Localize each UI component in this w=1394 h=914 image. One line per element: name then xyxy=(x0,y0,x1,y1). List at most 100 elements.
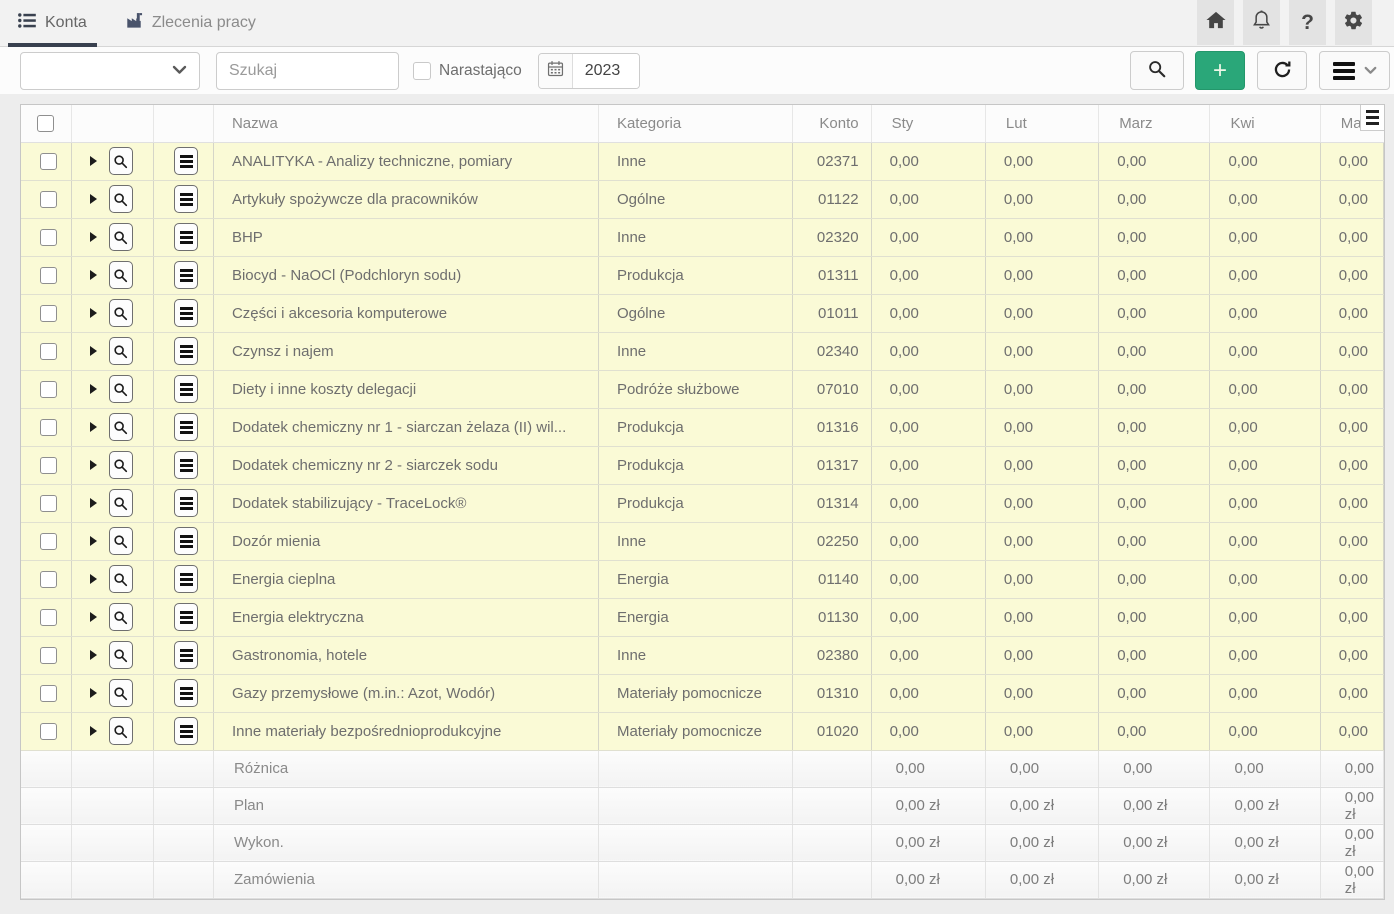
row-checkbox[interactable] xyxy=(40,571,57,588)
row-menu-button[interactable] xyxy=(174,185,198,213)
month-value-cell[interactable]: 0,00 xyxy=(985,712,1098,750)
column-header-marz[interactable]: Marz xyxy=(1099,105,1210,142)
cumulative-checkbox[interactable] xyxy=(413,62,431,80)
month-value-cell[interactable]: 0,00 xyxy=(871,408,985,446)
expand-caret-icon[interactable] xyxy=(90,422,97,432)
row-checkbox[interactable] xyxy=(40,381,57,398)
month-value-cell[interactable]: 0,00 xyxy=(871,370,985,408)
month-value-cell[interactable]: 0,00 xyxy=(1320,180,1383,218)
month-value-cell[interactable]: 0,00 xyxy=(1099,142,1210,180)
month-value-cell[interactable]: 0,00 xyxy=(985,294,1098,332)
month-value-cell[interactable]: 0,00 xyxy=(871,332,985,370)
row-menu-button[interactable] xyxy=(174,261,198,289)
refresh-button[interactable] xyxy=(1257,51,1307,90)
month-value-cell[interactable]: 0,00 xyxy=(871,560,985,598)
search-input[interactable] xyxy=(216,52,399,90)
row-zoom-button[interactable] xyxy=(109,527,133,555)
month-value-cell[interactable]: 0,00 xyxy=(1210,294,1320,332)
row-checkbox[interactable] xyxy=(40,191,57,208)
month-value-cell[interactable]: 0,00 xyxy=(1320,484,1383,522)
row-checkbox[interactable] xyxy=(40,533,57,550)
month-value-cell[interactable]: 0,00 xyxy=(871,142,985,180)
row-menu-button[interactable] xyxy=(174,717,198,745)
month-value-cell[interactable]: 0,00 xyxy=(871,180,985,218)
month-value-cell[interactable]: 0,00 xyxy=(985,636,1098,674)
month-value-cell[interactable]: 0,00 xyxy=(871,712,985,750)
month-value-cell[interactable]: 0,00 xyxy=(871,522,985,560)
month-value-cell[interactable]: 0,00 xyxy=(1210,712,1320,750)
row-checkbox[interactable] xyxy=(40,229,57,246)
expand-caret-icon[interactable] xyxy=(90,536,97,546)
month-value-cell[interactable]: 0,00 xyxy=(1099,636,1210,674)
month-value-cell[interactable]: 0,00 xyxy=(871,636,985,674)
month-value-cell[interactable]: 0,00 xyxy=(985,446,1098,484)
select-all-checkbox[interactable] xyxy=(37,115,54,132)
account-name-cell[interactable]: Energia cieplna xyxy=(213,560,598,598)
account-name-cell[interactable]: BHP xyxy=(213,218,598,256)
column-header-kategoria[interactable]: Kategoria xyxy=(598,105,792,142)
row-zoom-button[interactable] xyxy=(109,717,133,745)
row-menu-button[interactable] xyxy=(174,527,198,555)
month-value-cell[interactable]: 0,00 xyxy=(871,484,985,522)
month-value-cell[interactable]: 0,00 xyxy=(985,522,1098,560)
month-value-cell[interactable]: 0,00 xyxy=(1099,180,1210,218)
expand-caret-icon[interactable] xyxy=(90,612,97,622)
month-value-cell[interactable]: 0,00 xyxy=(1320,522,1383,560)
row-checkbox[interactable] xyxy=(40,723,57,740)
account-name-cell[interactable]: Diety i inne koszty delegacji xyxy=(213,370,598,408)
month-value-cell[interactable]: 0,00 xyxy=(985,484,1098,522)
account-name-cell[interactable]: Inne materiały bezpośrednioprodukcyjne xyxy=(213,712,598,750)
expand-caret-icon[interactable] xyxy=(90,270,97,280)
tab-konta[interactable]: Konta xyxy=(6,0,99,46)
month-value-cell[interactable]: 0,00 xyxy=(1210,370,1320,408)
month-value-cell[interactable]: 0,00 xyxy=(1210,484,1320,522)
month-value-cell[interactable]: 0,00 xyxy=(1099,294,1210,332)
month-value-cell[interactable]: 0,00 xyxy=(1099,522,1210,560)
search-button[interactable] xyxy=(1130,51,1184,90)
month-value-cell[interactable]: 0,00 xyxy=(1320,712,1383,750)
month-value-cell[interactable]: 0,00 xyxy=(1320,256,1383,294)
month-value-cell[interactable]: 0,00 xyxy=(1210,522,1320,560)
month-value-cell[interactable]: 0,00 xyxy=(1210,598,1320,636)
row-checkbox[interactable] xyxy=(40,153,57,170)
expand-caret-icon[interactable] xyxy=(90,498,97,508)
row-zoom-button[interactable] xyxy=(109,375,133,403)
month-value-cell[interactable]: 0,00 xyxy=(871,218,985,256)
column-header-sty[interactable]: Sty xyxy=(871,105,985,142)
month-value-cell[interactable]: 0,00 xyxy=(1320,408,1383,446)
month-value-cell[interactable]: 0,00 xyxy=(1320,370,1383,408)
month-value-cell[interactable]: 0,00 xyxy=(1210,408,1320,446)
month-value-cell[interactable]: 0,00 xyxy=(985,408,1098,446)
account-name-cell[interactable]: Artykuły spożywcze dla pracowników xyxy=(213,180,598,218)
month-value-cell[interactable]: 0,00 xyxy=(1320,218,1383,256)
row-checkbox[interactable] xyxy=(40,343,57,360)
account-name-cell[interactable]: Gastronomia, hotele xyxy=(213,636,598,674)
row-zoom-button[interactable] xyxy=(109,641,133,669)
row-zoom-button[interactable] xyxy=(109,299,133,327)
account-name-cell[interactable]: Biocyd - NaOCl (Podchloryn sodu) xyxy=(213,256,598,294)
month-value-cell[interactable]: 0,00 xyxy=(985,598,1098,636)
month-value-cell[interactable]: 0,00 xyxy=(1099,256,1210,294)
month-value-cell[interactable]: 0,00 xyxy=(985,256,1098,294)
row-checkbox[interactable] xyxy=(40,419,57,436)
month-value-cell[interactable]: 0,00 xyxy=(1099,484,1210,522)
month-value-cell[interactable]: 0,00 xyxy=(1210,636,1320,674)
month-value-cell[interactable]: 0,00 xyxy=(1210,180,1320,218)
month-value-cell[interactable]: 0,00 xyxy=(1320,636,1383,674)
row-checkbox[interactable] xyxy=(40,305,57,322)
row-menu-button[interactable] xyxy=(174,641,198,669)
column-header-nazwa[interactable]: Nazwa xyxy=(213,105,598,142)
month-value-cell[interactable]: 0,00 xyxy=(1320,674,1383,712)
row-checkbox[interactable] xyxy=(40,685,57,702)
row-zoom-button[interactable] xyxy=(109,679,133,707)
month-value-cell[interactable]: 0,00 xyxy=(1320,294,1383,332)
expand-caret-icon[interactable] xyxy=(90,194,97,204)
month-value-cell[interactable]: 0,00 xyxy=(985,142,1098,180)
home-button[interactable] xyxy=(1197,0,1234,45)
row-menu-button[interactable] xyxy=(174,337,198,365)
expand-caret-icon[interactable] xyxy=(90,460,97,470)
account-name-cell[interactable]: Energia elektryczna xyxy=(213,598,598,636)
expand-caret-icon[interactable] xyxy=(90,688,97,698)
year-input[interactable] xyxy=(573,54,639,88)
month-value-cell[interactable]: 0,00 xyxy=(1210,560,1320,598)
